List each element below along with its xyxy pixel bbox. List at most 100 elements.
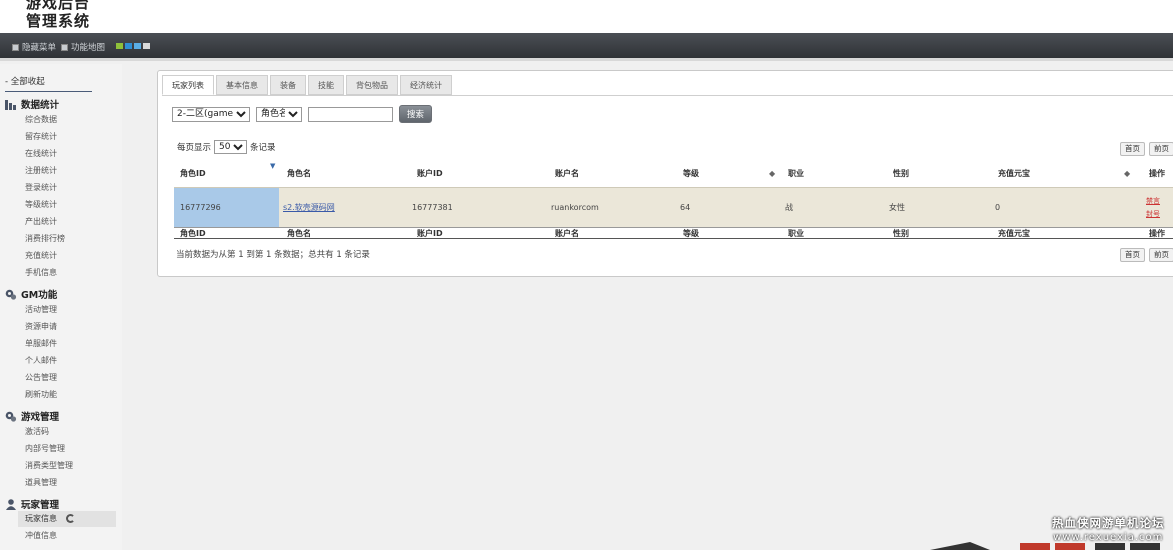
column-header-role-name[interactable]: 角色名 (281, 159, 411, 187)
sidebar-item[interactable]: 公告管理 (25, 372, 57, 383)
sidebar-item[interactable]: 充值统计 (25, 250, 57, 261)
sidebar-item[interactable]: 道具管理 (25, 477, 57, 488)
header: 游戏后台 管理系统 (0, 0, 1173, 33)
record-summary: 当前数据为从第 1 到第 1 条数据；总共有 1 条记录 (176, 250, 370, 260)
hide-menu-button[interactable]: 隐藏菜单 (12, 41, 56, 53)
sidebar-group-game[interactable]: 游戏管理 (5, 409, 59, 423)
theme-gray-swatch[interactable] (143, 43, 150, 49)
hide-menu-label: 隐藏菜单 (22, 43, 57, 53)
column-footer-job: 职业 (788, 228, 804, 238)
sort-icon[interactable]: ◆ (769, 169, 775, 178)
sidebar-item[interactable]: 注册统计 (25, 165, 57, 176)
sidebar-item[interactable]: 消费类型管理 (25, 460, 73, 471)
sidebar-item[interactable]: 内部号管理 (25, 443, 65, 454)
sidebar-item[interactable]: 消费排行榜 (25, 233, 65, 244)
column-header-account-name[interactable]: 账户名 (549, 159, 677, 187)
sidebar-group-label: 玩家管理 (21, 500, 60, 511)
tab-equipment[interactable]: 装备 (270, 75, 306, 95)
sidebar-item[interactable]: 个人邮件 (25, 355, 57, 366)
cell-gender: 女性 (889, 203, 905, 212)
search-button[interactable]: 搜索 (399, 105, 432, 123)
pager-top: 首页 前页 (1120, 142, 1173, 156)
function-map-label: 功能地图 (71, 43, 106, 53)
page-size-select[interactable]: 50 (214, 140, 248, 154)
grid-icon (61, 43, 68, 51)
sidebar-item[interactable]: 冲值信息 (25, 530, 57, 541)
page-size-prefix: 每页显示 (177, 143, 212, 153)
sidebar-item[interactable]: 活动管理 (25, 304, 57, 315)
sidebar-group-label: 数据统计 (21, 100, 60, 111)
cell-role-name: s2.软壳源码网 (277, 188, 411, 227)
column-header-level[interactable]: 等级 ◆ (677, 159, 779, 187)
app-title-line2: 管理系统 (26, 12, 91, 30)
theme-lightblue-swatch[interactable] (134, 43, 141, 49)
first-page-button[interactable]: 首页 (1120, 248, 1145, 262)
table-header-row: 角色ID ▼ 角色名 账户ID 账户名 等级 ◆ 职业 性别 充值元宝 ◆ 操作 (174, 159, 1173, 187)
tab-backpack[interactable]: 背包物品 (346, 75, 398, 95)
column-header-account-id[interactable]: 账户ID (411, 159, 549, 187)
watermark: 热血侠网游单机论坛 www.rexuexia.com (1052, 515, 1165, 543)
sidebar-item[interactable]: 产出统计 (25, 216, 57, 227)
tab-skills[interactable]: 技能 (308, 75, 344, 95)
column-header-label: 充值元宝 (998, 168, 1030, 178)
tab-basic-info[interactable]: 基本信息 (216, 75, 268, 95)
sort-icon[interactable]: ◆ (1124, 169, 1130, 178)
tab-economy[interactable]: 经济统计 (400, 75, 452, 95)
function-map-button[interactable]: 功能地图 (61, 41, 105, 53)
theme-green-swatch[interactable] (116, 43, 123, 49)
column-header-role-id[interactable]: 角色ID ▼ (174, 159, 276, 187)
player-table: 角色ID ▼ 角色名 账户ID 账户名 等级 ◆ 职业 性别 充值元宝 ◆ 操作 (174, 159, 1173, 239)
sidebar-group-gm[interactable]: GM功能 (5, 287, 57, 301)
sidebar-item[interactable]: 登录统计 (25, 182, 57, 193)
sidebar-item[interactable]: 手机信息 (25, 267, 57, 278)
tab-divider (162, 95, 1173, 96)
cell-actions: 禁言 封号 (1140, 188, 1173, 227)
sidebar-item[interactable]: 综合数据 (25, 114, 57, 125)
sidebar-item[interactable]: 在线统计 (25, 148, 57, 159)
bar-chart-icon (5, 99, 17, 110)
column-header-gold[interactable]: 充值元宝 ◆ (992, 159, 1132, 187)
search-input[interactable] (308, 106, 393, 122)
sidebar-item[interactable]: 激活码 (25, 426, 49, 437)
cell-account-name: ruankorcom (551, 203, 599, 212)
refresh-icon[interactable] (65, 514, 75, 523)
prev-page-button[interactable]: 前页 (1149, 142, 1173, 156)
sidebar-item[interactable]: 刷新功能 (25, 389, 57, 400)
sidebar-item[interactable]: 留存统计 (25, 131, 57, 142)
first-page-button[interactable]: 首页 (1120, 142, 1145, 156)
column-footer-gold: 充值元宝 (998, 228, 1030, 238)
sidebar-item-label: 玩家信息 (25, 514, 57, 523)
column-footer-actions: 操作 (1149, 228, 1165, 238)
mute-link[interactable]: 禁言 (1146, 195, 1160, 208)
sidebar-item[interactable]: 资源申请 (25, 321, 57, 332)
tab-player-list[interactable]: 玩家列表 (162, 75, 214, 95)
sidebar-group-players[interactable]: 玩家管理 (5, 497, 59, 511)
watermark-line1: 热血侠网游单机论坛 (1052, 516, 1165, 530)
column-footer-role-id: 角色ID (180, 228, 206, 238)
search-field-select[interactable]: 角色名 (256, 106, 302, 122)
sidebar-group-label: GM功能 (21, 290, 58, 301)
column-header-gender[interactable]: 性别 (887, 159, 992, 187)
page-size-suffix: 条记录 (250, 143, 276, 153)
prev-page-button[interactable]: 前页 (1149, 248, 1173, 262)
user-icon (5, 498, 17, 510)
role-name-link[interactable]: s2.软壳源码网 (283, 202, 335, 213)
sidebar-item[interactable]: 单服邮件 (25, 338, 57, 349)
search-bar: 2-二区(game) 角色名 搜索 (172, 105, 432, 123)
sidebar-item-active[interactable]: 玩家信息 (18, 511, 116, 527)
table-footer-row: 角色ID 角色名 账户ID 账户名 等级 职业 性别 充值元宝 操作 (174, 227, 1173, 239)
column-header-label: 等级 (683, 168, 699, 178)
theme-blue-swatch[interactable] (125, 43, 132, 49)
sidebar-item[interactable]: 等级统计 (25, 199, 57, 210)
column-footer-level: 等级 (683, 228, 699, 238)
collapse-all-link[interactable]: - 全部收起 (5, 75, 92, 92)
column-footer-account-name: 账户名 (555, 228, 579, 238)
sidebar: - 全部收起 数据统计 综合数据 留存统计 在线统计 注册统计 登录统计 等级统… (0, 64, 122, 550)
sort-desc-icon[interactable]: ▼ (270, 162, 275, 170)
table-row[interactable]: 16777296 s2.软壳源码网 16777381 ruankorcom 64… (174, 187, 1173, 227)
column-header-job[interactable]: 职业 (782, 159, 887, 187)
sidebar-group-data-stats[interactable]: 数据统计 (5, 97, 59, 111)
sidebar-group-label: 游戏管理 (21, 412, 60, 423)
ban-link[interactable]: 封号 (1146, 208, 1160, 221)
server-select[interactable]: 2-二区(game) (172, 106, 250, 122)
